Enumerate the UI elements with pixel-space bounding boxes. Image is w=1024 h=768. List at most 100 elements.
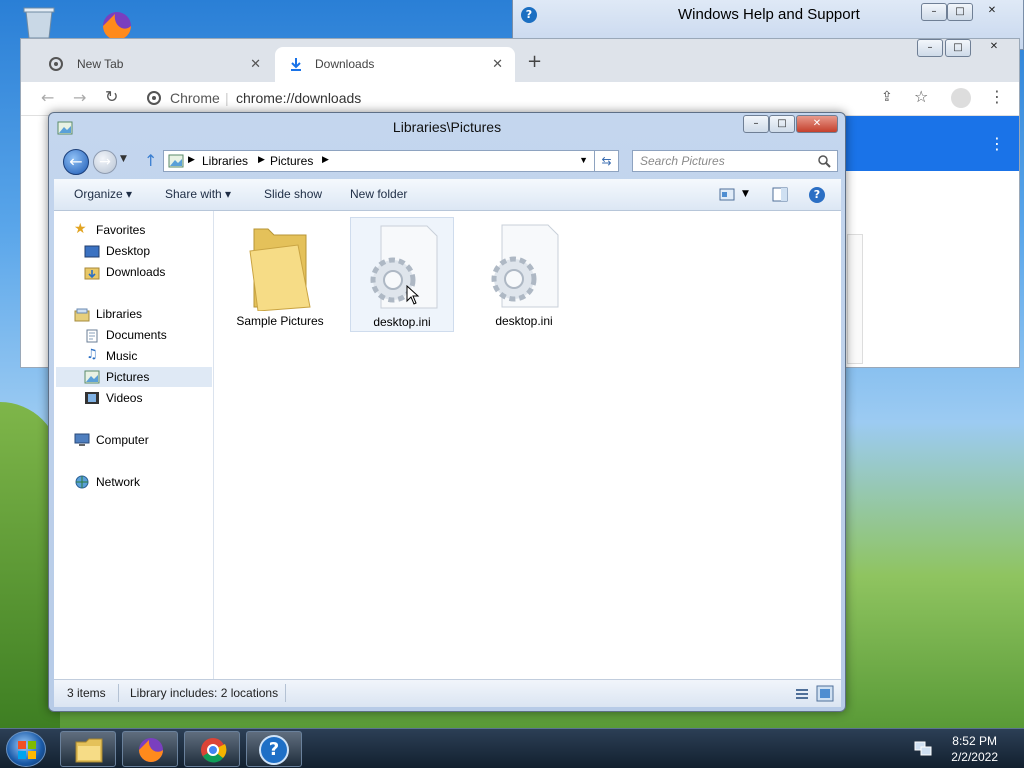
omnibox-divider: | bbox=[225, 90, 229, 106]
up-arrow-icon[interactable]: ↑ bbox=[144, 151, 157, 170]
item-count: 3 items bbox=[67, 686, 106, 700]
command-bar: Organize ▾ Share with ▾ Slide show New f… bbox=[54, 179, 841, 211]
details-view-icon[interactable] bbox=[794, 687, 810, 701]
taskbar-chrome[interactable] bbox=[184, 731, 240, 767]
chrome-toolbar: ← → ↻ Chrome | chrome://downloads ⇪ ☆ ⋮ bbox=[21, 82, 1019, 116]
nav-desktop[interactable]: Desktop bbox=[106, 244, 150, 258]
breadcrumb-chevron-icon[interactable]: ▶ bbox=[258, 154, 265, 165]
bookmark-star-icon[interactable]: ☆ bbox=[914, 87, 928, 106]
address-bar[interactable]: ▶ Libraries ▶ Pictures ▶ ▼ bbox=[163, 150, 595, 172]
downloads-header-bar: ⋮ bbox=[841, 116, 1019, 171]
chrome-maximize-button[interactable]: □ bbox=[945, 39, 971, 57]
help-minimize-button[interactable]: – bbox=[921, 3, 947, 21]
explorer-window[interactable]: Libraries\Pictures – □ ✕ ← → ▼ ↑ ▶ Libra… bbox=[48, 112, 846, 712]
new-tab-plus-icon[interactable]: + bbox=[527, 51, 542, 72]
taskbar: ? 8:52 PM 2/2/2022 bbox=[0, 728, 1024, 768]
omnibox[interactable]: Chrome | chrome://downloads bbox=[139, 84, 879, 112]
item-label: desktop.ini bbox=[373, 315, 431, 329]
breadcrumb-chevron-icon[interactable]: ▶ bbox=[188, 154, 195, 165]
explorer-close-button[interactable]: ✕ bbox=[796, 115, 838, 133]
help-window-title: Windows Help and Support bbox=[678, 6, 860, 23]
back-arrow-icon[interactable]: ← bbox=[41, 88, 54, 107]
downloads-menu-icon[interactable]: ⋮ bbox=[989, 134, 1005, 153]
chrome-menu-icon[interactable]: ⋮ bbox=[989, 87, 1005, 106]
nav-music[interactable]: Music bbox=[106, 349, 137, 363]
explorer-maximize-button[interactable]: □ bbox=[769, 115, 795, 133]
chrome-close-button[interactable]: ✕ bbox=[981, 39, 1007, 57]
recent-pages-dropdown-icon[interactable]: ▼ bbox=[120, 154, 127, 164]
clock-time: 8:52 PM bbox=[952, 734, 997, 748]
firefox-icon bbox=[139, 738, 163, 762]
status-divider bbox=[118, 684, 119, 702]
folder-icon bbox=[249, 228, 311, 311]
desktop-icon bbox=[84, 245, 100, 258]
library-locations[interactable]: Library includes: 2 locations bbox=[130, 686, 278, 700]
pictures-icon bbox=[84, 370, 100, 384]
slide-show-button[interactable]: Slide show bbox=[264, 187, 322, 201]
help-close-button[interactable]: ✕ bbox=[979, 3, 1005, 21]
back-button[interactable]: ← bbox=[63, 149, 89, 175]
help-maximize-button[interactable]: □ bbox=[947, 3, 973, 21]
file-list: Sample Pictures desktop.ini desktop.ini bbox=[214, 211, 841, 679]
network-tray-icon[interactable] bbox=[914, 741, 932, 757]
explorer-minimize-button[interactable]: – bbox=[743, 115, 769, 133]
search-icon[interactable] bbox=[818, 155, 831, 168]
share-with-button[interactable]: Share with ▾ bbox=[165, 187, 231, 201]
tab-downloads[interactable]: Downloads ✕ bbox=[275, 47, 515, 82]
explorer-body: ★ Favorites Desktop Downloads Libraries … bbox=[54, 211, 841, 679]
file-item[interactable]: desktop.ini bbox=[472, 217, 576, 332]
organize-button[interactable]: Organize ▾ bbox=[74, 187, 132, 201]
folder-item[interactable]: Sample Pictures bbox=[228, 217, 332, 332]
nav-downloads[interactable]: Downloads bbox=[106, 265, 165, 279]
nav-computer[interactable]: Computer bbox=[96, 433, 149, 447]
network-icon bbox=[75, 475, 89, 489]
computer-icon bbox=[74, 433, 90, 446]
view-options-dropdown-icon[interactable]: ▼ bbox=[742, 189, 749, 199]
item-label: desktop.ini bbox=[495, 314, 553, 328]
search-input[interactable]: Search Pictures bbox=[632, 150, 838, 172]
large-icons-view-icon[interactable] bbox=[816, 685, 834, 702]
refresh-button[interactable]: ⇆ bbox=[595, 150, 619, 172]
help-circle-icon[interactable]: ? bbox=[809, 187, 825, 203]
explorer-title: Libraries\Pictures bbox=[392, 119, 502, 135]
nav-documents[interactable]: Documents bbox=[106, 328, 167, 342]
nav-network[interactable]: Network bbox=[96, 475, 140, 489]
gear-file-icon bbox=[370, 225, 438, 309]
explorer-folder-icon bbox=[75, 738, 103, 763]
gear-file-icon bbox=[491, 224, 559, 308]
taskbar-firefox[interactable] bbox=[122, 731, 178, 767]
address-dropdown-icon[interactable]: ▼ bbox=[579, 155, 588, 165]
breadcrumb-libraries[interactable]: Libraries bbox=[202, 154, 248, 168]
nav-favorites[interactable]: Favorites bbox=[96, 223, 145, 237]
change-view-icon[interactable] bbox=[719, 188, 735, 201]
file-item[interactable]: desktop.ini bbox=[350, 217, 454, 332]
chrome-minimize-button[interactable]: – bbox=[917, 39, 943, 57]
taskbar-help[interactable]: ? bbox=[246, 731, 302, 767]
new-folder-button[interactable]: New folder bbox=[350, 187, 407, 201]
nav-libraries[interactable]: Libraries bbox=[96, 307, 142, 321]
breadcrumb-chevron-icon[interactable]: ▶ bbox=[322, 154, 329, 165]
chrome-icon bbox=[201, 738, 227, 763]
nav-pictures-selected[interactable]: Pictures bbox=[56, 367, 212, 387]
profile-avatar-icon[interactable] bbox=[951, 88, 971, 108]
search-placeholder: Search Pictures bbox=[640, 154, 725, 168]
nav-videos[interactable]: Videos bbox=[106, 391, 142, 405]
clock[interactable]: 8:52 PM 2/2/2022 bbox=[951, 733, 998, 765]
tab-new-tab[interactable]: New Tab ✕ bbox=[37, 47, 273, 82]
tab-close-icon[interactable]: ✕ bbox=[492, 56, 503, 72]
status-divider bbox=[285, 684, 286, 702]
reload-icon[interactable]: ↻ bbox=[105, 87, 118, 106]
navigation-pane: ★ Favorites Desktop Downloads Libraries … bbox=[54, 211, 214, 679]
share-icon[interactable]: ⇪ bbox=[881, 89, 893, 105]
recycle-bin-icon[interactable] bbox=[20, 5, 58, 42]
taskbar-explorer[interactable] bbox=[60, 731, 116, 767]
tab-close-icon[interactable]: ✕ bbox=[250, 56, 261, 72]
breadcrumb-pictures[interactable]: Pictures bbox=[270, 154, 313, 168]
libraries-icon bbox=[74, 308, 90, 322]
chrome-tab-strip: New Tab ✕ Downloads ✕ + – □ ✕ bbox=[21, 39, 1019, 82]
start-button[interactable] bbox=[6, 731, 46, 767]
preview-pane-icon[interactable] bbox=[772, 187, 788, 202]
forward-button[interactable]: → bbox=[93, 150, 117, 174]
tab-label: Downloads bbox=[315, 57, 375, 71]
forward-arrow-icon[interactable]: → bbox=[73, 88, 86, 107]
